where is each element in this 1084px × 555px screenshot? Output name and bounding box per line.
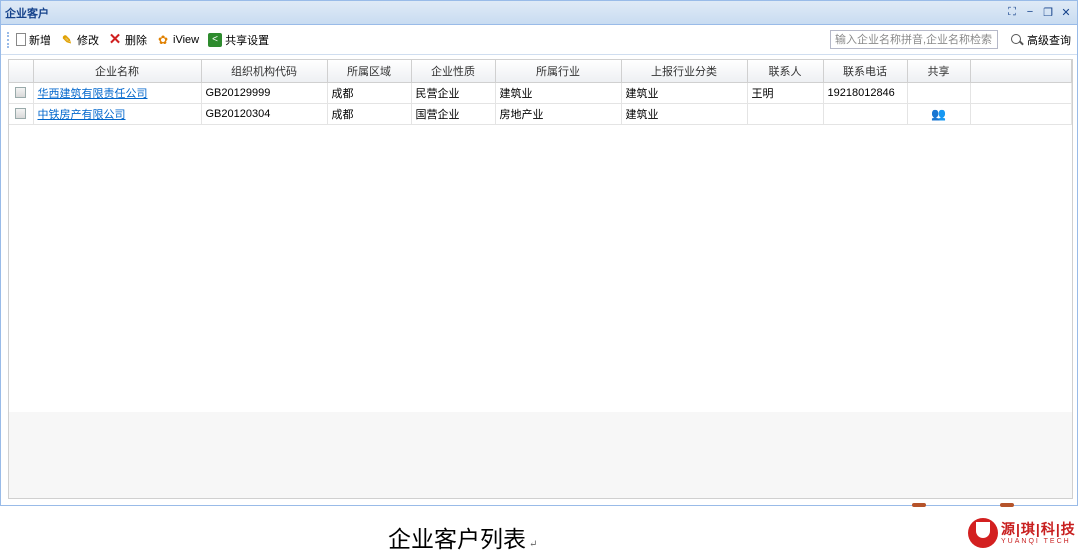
company-logo: 源|琪|科|技 YUANQI TECH [968, 518, 1076, 548]
column-header[interactable]: 所属行业 [495, 60, 622, 83]
column-header[interactable]: 企业性质 [411, 60, 496, 83]
toolbar: 新增 ✎ 修改 ✕ 删除 ✿ iView < 共享设置 高级查询 [1, 25, 1077, 55]
report-category-cell: 建筑业 [621, 82, 748, 104]
logo-text-en: YUANQI TECH [1001, 537, 1071, 545]
select-column-header[interactable] [9, 60, 34, 83]
row-checkbox-cell[interactable] [9, 103, 34, 125]
phone-cell [823, 103, 908, 125]
grid-footer-area [8, 412, 1073, 499]
advanced-search-button[interactable]: 高级查询 [1010, 32, 1071, 48]
company-name-link[interactable]: 华西建筑有限责任公司 [38, 88, 148, 100]
table-row[interactable]: 中铁房产有限公司 GB20120304 成都 国营企业 房地产业 建筑业 👥 [9, 103, 1072, 125]
search-input[interactable] [830, 30, 998, 49]
report-category-cell: 建筑业 [621, 103, 748, 125]
delete-button[interactable]: ✕ 删除 [108, 32, 147, 48]
figure-caption: 企业客户列表 ↵ [388, 520, 537, 554]
contact-cell: 王明 [747, 82, 824, 104]
contact-cell [747, 103, 824, 125]
delete-x-icon: ✕ [108, 31, 122, 48]
row-checkbox-cell[interactable] [9, 82, 34, 104]
region-cell: 成都 [327, 103, 412, 125]
row-checkbox[interactable] [15, 108, 27, 120]
org-code-cell: GB20120304 [201, 103, 328, 125]
search-icon [1010, 33, 1024, 47]
caption-text: 企业客户列表 [388, 527, 526, 553]
logo-emblem-icon [968, 518, 998, 548]
org-code-cell: GB20129999 [201, 82, 328, 104]
fullscreen-icon[interactable]: ⛶ [1007, 6, 1017, 19]
decorative-mark [912, 503, 926, 507]
window-titlebar[interactable]: 企业客户 ⛶ − ❐ ✕ [1, 1, 1077, 25]
shared-users-icon[interactable]: 👥 [931, 107, 946, 121]
column-header[interactable]: 所属区域 [327, 60, 412, 83]
column-header[interactable]: 联系人 [747, 60, 824, 83]
advanced-search-label: 高级查询 [1027, 34, 1071, 47]
column-header[interactable]: 企业名称 [33, 60, 202, 83]
share-settings-label: 共享设置 [225, 34, 270, 47]
table-header-row: 企业名称 组织机构代码 所属区域 企业性质 所属行业 上报行业分类 联系人 联系… [9, 60, 1072, 83]
share-icon: < [208, 32, 223, 47]
new-button[interactable]: 新增 [16, 32, 51, 48]
window-title: 企业客户 [5, 7, 49, 20]
column-header[interactable]: 组织机构代码 [201, 60, 328, 83]
window-controls: ⛶ − ❐ ✕ [1007, 6, 1071, 19]
shared-cell [907, 82, 971, 104]
decorative-mark [1000, 503, 1014, 507]
minimize-icon[interactable]: − [1025, 6, 1035, 19]
industry-cell: 建筑业 [495, 82, 622, 104]
nature-cell: 民营企业 [411, 82, 496, 104]
iview-button[interactable]: ✿ iView [156, 33, 199, 47]
industry-cell: 房地产业 [495, 103, 622, 125]
company-name-link[interactable]: 中铁房产有限公司 [38, 109, 126, 121]
nature-cell: 国营企业 [411, 103, 496, 125]
customer-table: 企业名称 组织机构代码 所属区域 企业性质 所属行业 上报行业分类 联系人 联系… [9, 60, 1072, 125]
delete-button-label: 删除 [125, 34, 147, 47]
toolbar-grip [7, 31, 10, 48]
iview-icon: ✿ [157, 32, 169, 47]
close-icon[interactable]: ✕ [1061, 6, 1071, 19]
region-cell: 成都 [327, 82, 412, 104]
column-header[interactable]: 上报行业分类 [621, 60, 748, 83]
edit-button[interactable]: ✎ 修改 [60, 32, 99, 48]
row-checkbox[interactable] [15, 87, 27, 99]
new-document-icon [16, 33, 26, 46]
return-mark-icon: ↵ [529, 539, 538, 550]
column-header[interactable]: 联系电话 [823, 60, 908, 83]
logo-text-cn: 源|琪|科|技 [1001, 520, 1076, 537]
share-settings-button[interactable]: < 共享设置 [208, 32, 269, 48]
shared-cell: 👥 [907, 103, 971, 125]
column-header[interactable]: 共享 [907, 60, 971, 83]
edit-button-label: 修改 [77, 34, 99, 47]
pencil-icon: ✎ [61, 32, 73, 47]
phone-cell: 19218012846 [823, 82, 908, 104]
iview-button-label: iView [173, 33, 200, 46]
new-button-label: 新增 [29, 34, 51, 47]
table-row[interactable]: 华西建筑有限责任公司 GB20129999 成都 民营企业 建筑业 建筑业 王明… [9, 82, 1072, 104]
restore-icon[interactable]: ❐ [1043, 6, 1053, 19]
